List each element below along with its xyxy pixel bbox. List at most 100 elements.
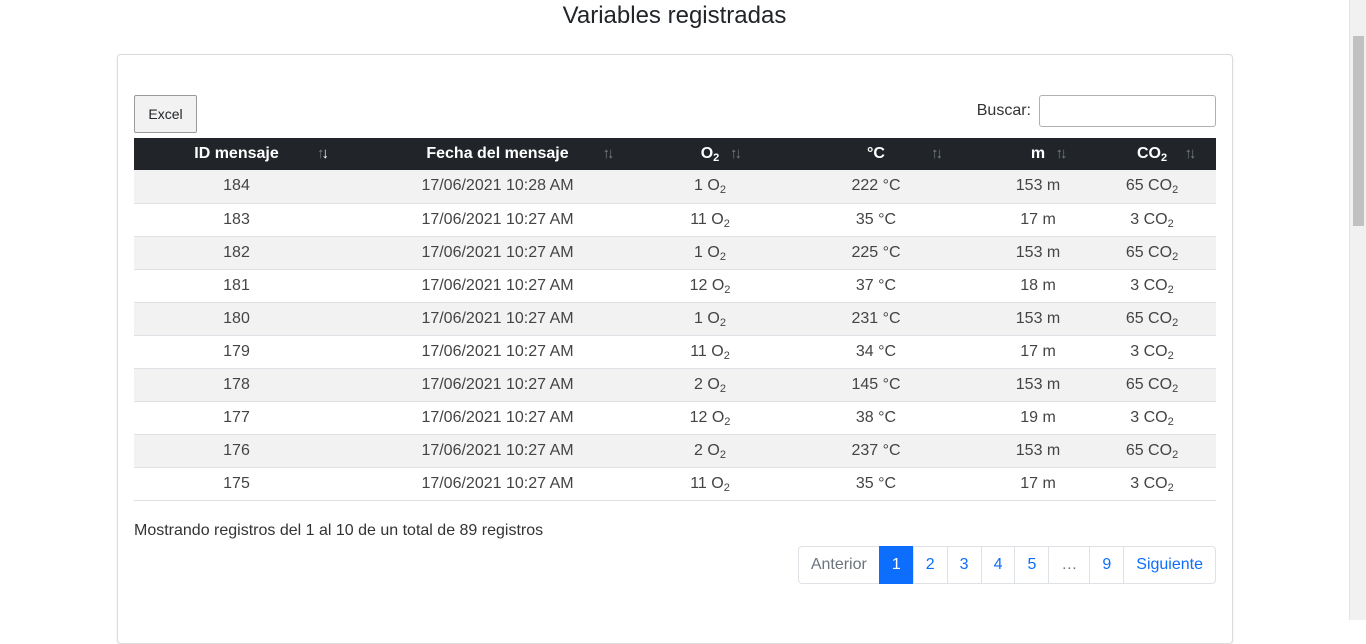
table-cell-o2: 2 O2: [656, 434, 764, 468]
pagination-previous-button[interactable]: Anterior: [797, 546, 880, 584]
table-cell-m: 153 m: [988, 302, 1088, 336]
table-cell-id: 177: [134, 401, 339, 435]
page-scrollbar[interactable]: [1349, 0, 1366, 620]
table-cell-m: 153 m: [988, 434, 1088, 468]
records-info: Mostrando registros del 1 al 10 de un to…: [134, 522, 544, 539]
sort-icon[interactable]: ↑↓: [931, 145, 943, 162]
table-cell-date: 17/06/2021 10:28 AM: [339, 170, 656, 204]
table-cell-co2: 65 CO2: [1088, 434, 1216, 468]
table-cell-id: 180: [134, 302, 339, 336]
sort-icon[interactable]: ↑↓: [1185, 145, 1197, 162]
table-cell-m: 19 m: [988, 401, 1088, 435]
table-row[interactable]: 181 17/06/2021 10:27 AM 12 O2 37 °C 18 m3 CO…: [134, 269, 1216, 303]
table-cell-co2: 3 CO2: [1088, 335, 1216, 369]
table-header-row: ID mensaje ↑↓ Fecha del mensaje ↑↓ O2 ↑↓ °C ↑↓ m…: [134, 138, 1216, 170]
column-header[interactable]: O2 ↑↓: [656, 138, 764, 170]
column-header-label: m: [1030, 145, 1046, 162]
table-cell-m: 18 m: [988, 269, 1088, 303]
sort-desc-icon[interactable]: ↑↓: [317, 145, 329, 162]
table-row[interactable]: 180 17/06/2021 10:27 AM 1 O2 231 °C 153 m 65 …: [134, 302, 1216, 336]
column-header-label: Fecha del mensaje: [426, 145, 569, 162]
pagination-page-5[interactable]: 5: [1014, 546, 1050, 584]
column-header[interactable]: °C ↑↓: [764, 138, 988, 170]
table-row[interactable]: 179 17/06/2021 10:27 AM 11 O2 34 °C 17 m3 CO…: [134, 335, 1216, 369]
column-header[interactable]: Fecha del mensaje ↑↓: [339, 138, 656, 170]
excel-export-button[interactable]: Excel: [134, 95, 197, 133]
table-cell-co2: 65 CO2: [1088, 302, 1216, 336]
column-header[interactable]: ID mensaje ↑↓: [134, 138, 339, 170]
table-cell-o2: 12 O2: [656, 269, 764, 303]
table-cell-date: 17/06/2021 10:27 AM: [339, 302, 656, 336]
table-row[interactable]: 184 17/06/2021 10:28 AM 1 O2 222 °C 153 m 65 …: [134, 170, 1216, 204]
table-cell-o2: 11 O2: [656, 203, 764, 237]
table-row[interactable]: 175 17/06/2021 10:27 AM 11 O2 35 °C 17 m3 CO…: [134, 467, 1216, 501]
table-row[interactable]: 182 17/06/2021 10:27 AM 1 O2 225 °C 153 m 65 …: [134, 236, 1216, 270]
table-cell-m: 153 m: [988, 170, 1088, 204]
table-cell-m: 153 m: [988, 236, 1088, 270]
table-cell-o2: 2 O2: [656, 368, 764, 402]
table-cell-o2: 12 O2: [656, 401, 764, 435]
table-cell-temp: 222 °C: [764, 170, 988, 204]
table-cell-date: 17/06/2021 10:27 AM: [339, 467, 656, 501]
table-cell-m: 17 m: [988, 335, 1088, 369]
table-cell-co2: 65 CO2: [1088, 368, 1216, 402]
table-cell-temp: 34 °C: [764, 335, 988, 369]
table-row[interactable]: 177 17/06/2021 10:27 AM 12 O2 38 °C 19 m3 CO…: [134, 401, 1216, 435]
table-cell-id: 178: [134, 368, 339, 402]
sort-icon[interactable]: ↑↓: [1056, 145, 1068, 162]
column-header-label: CO2: [1136, 145, 1168, 164]
table-cell-temp: 35 °C: [764, 467, 988, 501]
table-cell-temp: 145 °C: [764, 368, 988, 402]
table-cell-date: 17/06/2021 10:27 AM: [339, 203, 656, 237]
table-cell-temp: 231 °C: [764, 302, 988, 336]
pagination-page-2[interactable]: 2: [912, 546, 948, 584]
table-row[interactable]: 178 17/06/2021 10:27 AM 2 O2 145 °C 153 m 65 …: [134, 368, 1216, 402]
table-cell-co2: 3 CO2: [1088, 269, 1216, 303]
table-cell-temp: 35 °C: [764, 203, 988, 237]
pagination-page-1[interactable]: 1: [878, 546, 914, 584]
table-cell-temp: 38 °C: [764, 401, 988, 435]
table-cell-id: 181: [134, 269, 339, 303]
sort-icon[interactable]: ↑↓: [730, 145, 742, 162]
table-cell-o2: 11 O2: [656, 335, 764, 369]
table-row[interactable]: 183 17/06/2021 10:27 AM 11 O2 35 °C 17 m3 CO…: [134, 203, 1216, 237]
page-title: Variables registradas: [562, 2, 787, 29]
table-cell-id: 179: [134, 335, 339, 369]
pagination-ellipsis: …: [1048, 546, 1091, 584]
table-row[interactable]: 176 17/06/2021 10:27 AM 2 O2 237 °C 153 m 65 …: [134, 434, 1216, 468]
table-cell-o2: 1 O2: [656, 170, 764, 204]
table-cell-co2: 3 CO2: [1088, 203, 1216, 237]
table-cell-id: 182: [134, 236, 339, 270]
table-body: 184 17/06/2021 10:28 AM 1 O2 222 °C 153 m 65 …: [134, 170, 1216, 501]
scrollbar-thumb[interactable]: [1353, 36, 1364, 226]
sort-icon[interactable]: ↑↓: [603, 145, 615, 162]
table-cell-m: 17 m: [988, 203, 1088, 237]
table-cell-co2: 65 CO2: [1088, 170, 1216, 204]
pagination-page-9[interactable]: 9: [1089, 546, 1125, 584]
column-header-label: O2: [700, 145, 720, 164]
records-card: Excel Buscar: ID mensaje ↑↓ Fecha del mens…: [117, 54, 1233, 644]
pagination-next-button[interactable]: Siguiente: [1123, 546, 1216, 584]
table-cell-id: 184: [134, 170, 339, 204]
search-box: Buscar:: [977, 95, 1216, 127]
records-table: ID mensaje ↑↓ Fecha del mensaje ↑↓ O2 ↑↓ °C ↑↓ m…: [134, 138, 1216, 501]
pagination: Anterior 1 2 3 4 5… 9 Siguiente: [797, 546, 1216, 584]
table-cell-id: 175: [134, 467, 339, 501]
table-cell-date: 17/06/2021 10:27 AM: [339, 401, 656, 435]
table-cell-temp: 237 °C: [764, 434, 988, 468]
table-cell-date: 17/06/2021 10:27 AM: [339, 236, 656, 270]
table-cell-co2: 3 CO2: [1088, 467, 1216, 501]
pagination-page-3[interactable]: 3: [946, 546, 982, 584]
table-cell-o2: 1 O2: [656, 236, 764, 270]
column-header-label: °C: [867, 145, 885, 162]
column-header[interactable]: m ↑↓: [988, 138, 1088, 170]
search-input[interactable]: [1039, 95, 1216, 127]
table-cell-temp: 225 °C: [764, 236, 988, 270]
search-label: Buscar:: [976, 102, 1031, 119]
table-cell-m: 17 m: [988, 467, 1088, 501]
table-cell-date: 17/06/2021 10:27 AM: [339, 335, 656, 369]
pagination-page-4[interactable]: 4: [980, 546, 1016, 584]
table-cell-date: 17/06/2021 10:27 AM: [339, 368, 656, 402]
table-cell-id: 176: [134, 434, 339, 468]
column-header[interactable]: CO2 ↑↓: [1088, 138, 1216, 170]
